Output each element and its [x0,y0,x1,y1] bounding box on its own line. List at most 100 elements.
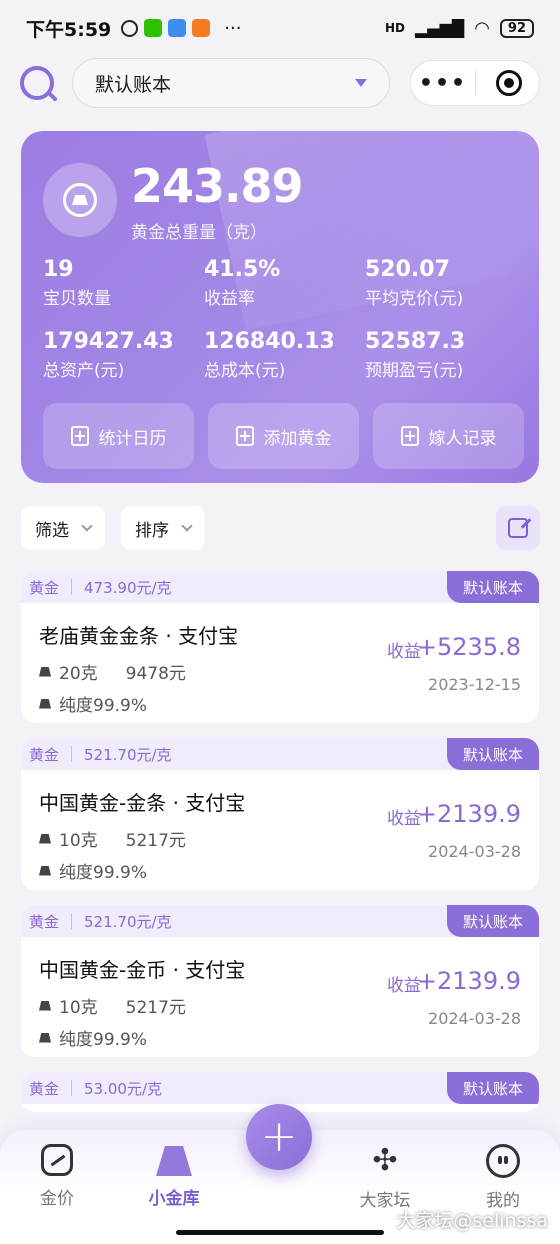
item-type: 黄金 [29,1079,60,1098]
gold-bar-icon [43,163,117,237]
close-target-icon[interactable] [496,70,522,96]
add-doc-icon [70,426,89,446]
item-purity-row: 纯度99.9% [39,691,147,716]
purity-icon [39,865,51,876]
account-selector[interactable]: 默认账本 [72,58,390,108]
alarm-icon [121,19,139,37]
item-cost: 9478元 [125,664,186,684]
mi-icon [192,19,211,37]
dowry-record-button[interactable]: 嫁人记录 [373,403,524,469]
stat-label: 预期盈亏(元) [365,361,464,381]
stat-value: 126840.13 [204,329,335,354]
pinwheel-icon: ✣ [372,1143,398,1178]
profit-label: 收益 [387,642,421,662]
purchase-date: 2024-03-28 [428,842,521,861]
item-purity: 纯度99.9% [59,696,148,716]
item-name: 中国黄金-金条 · 支付宝 [39,791,246,815]
wifi-icon: ◠ [474,17,490,39]
sort-dropdown[interactable]: 排序 [121,506,205,550]
filter-label: 筛选 [35,520,69,541]
home-indicator[interactable] [176,1230,384,1235]
nav-item-gold-price[interactable]: 金价 [12,1144,102,1209]
capsule-divider [475,71,476,95]
stat-total-assets: 179427.43 总资产(元) [43,329,203,381]
mini-program-capsule: ••• [410,60,540,106]
card-header: 黄金 521.70元/克 默认账本 [21,738,539,770]
search-icon[interactable] [20,66,54,100]
stat-avg-price: 520.07 平均克价(元) [365,257,525,309]
purchase-date: 2023-12-15 [428,675,521,694]
nav-label: 金价 [40,1189,74,1209]
wallet-icon [168,19,187,37]
gold-item-card[interactable]: 黄金 473.90元/克 默认账本 老庙黄金金条 · 支付宝 20克 9478元… [21,571,539,723]
item-type: 黄金 [29,578,60,597]
status-time: 下午5:59 [26,18,112,41]
stat-value: 41.5% [204,257,281,282]
add-fab-button[interactable]: + [246,1104,312,1170]
gold-item-card[interactable]: 黄金 521.70元/克 默认账本 中国黄金-金条 · 支付宝 10克 5217… [21,738,539,890]
account-tag: 默认账本 [446,738,539,770]
item-purity: 纯度99.9% [59,1030,148,1050]
top-bar: 默认账本 ••• [0,58,560,110]
total-weight-label: 黄金总重量（克） [131,223,267,243]
network-label: HD [384,21,405,35]
header-divider [71,746,73,762]
battery-indicator: 92 [499,18,534,38]
status-app-icons: ··· [121,18,241,39]
item-cost: 5217元 [125,831,186,851]
item-weight: 10克 [59,998,98,1018]
item-type: 黄金 [29,745,60,764]
more-notifications-icon: ··· [224,17,242,39]
stat-value: 52587.3 [365,329,466,354]
status-right: HD ▂▄▆█ ◠ 92 [385,18,534,39]
item-purity-row: 纯度99.9% [39,858,147,883]
chevron-down-icon [181,520,193,532]
item-unit-price: 473.90元/克 [84,578,172,597]
stat-value: 179427.43 [43,329,174,354]
card-header: 黄金 521.70元/克 默认账本 [21,905,539,937]
card-header: 黄金 53.00元/克 默认账本 [21,1072,539,1104]
item-name: 老庙黄金金条 · 支付宝 [39,624,239,648]
status-bar: 下午5:59 ··· HD ▂▄▆█ ◠ 92 [0,0,560,56]
account-name: 默认账本 [95,73,172,96]
purchase-date: 2024-03-28 [428,1009,521,1028]
item-purity: 纯度99.9% [59,863,148,883]
stat-label: 总资产(元) [43,361,125,381]
item-purity-row: 纯度99.9% [39,1025,147,1050]
profile-face-icon [486,1144,520,1178]
stats-calendar-button[interactable]: 统计日历 [43,403,194,469]
add-gold-button[interactable]: 添加黄金 [208,403,359,469]
watermark: 大家坛@selinssa [396,1210,548,1232]
stat-label: 平均克价(元) [365,289,464,309]
gold-item-card[interactable]: 黄金 521.70元/克 默认账本 中国黄金-金币 · 支付宝 10克 5217… [21,905,539,1057]
nav-item-forum[interactable]: ✣ 大家坛 [340,1143,430,1212]
caret-down-icon [355,79,367,87]
header-divider [71,579,73,595]
stat-label: 总成本(元) [204,361,286,381]
profit-value: +5235.8 [416,633,521,661]
edit-icon [508,518,528,538]
nav-item-vault[interactable]: 小金库 [129,1144,219,1209]
nav-item-profile[interactable]: 我的 [458,1144,548,1211]
stat-item-count: 19 宝贝数量 [43,257,203,309]
edit-button[interactable] [496,506,540,550]
filter-dropdown[interactable]: 筛选 [21,506,105,550]
summary-card: 243.89 黄金总重量（克） 19 宝贝数量 41.5% 收益率 520.07… [21,131,539,483]
plus-icon: + [260,1111,298,1162]
more-button[interactable]: ••• [411,71,475,96]
account-tag: 默认账本 [446,905,539,937]
trend-chart-icon [41,1144,73,1176]
item-unit-price: 521.70元/克 [84,912,172,931]
item-weight: 10克 [59,831,98,851]
add-doc-icon [235,426,254,446]
account-tag: 默认账本 [446,571,539,603]
profit-value: +2139.9 [416,967,521,995]
item-type: 黄金 [29,912,60,931]
stat-value: 520.07 [365,257,450,282]
purity-icon [39,698,51,709]
profit-label: 收益 [387,976,421,996]
gold-ingot-icon [156,1146,192,1176]
account-tag: 默认账本 [446,1072,539,1104]
purity-icon [39,1032,51,1043]
item-name: 中国黄金-金币 · 支付宝 [39,958,246,982]
